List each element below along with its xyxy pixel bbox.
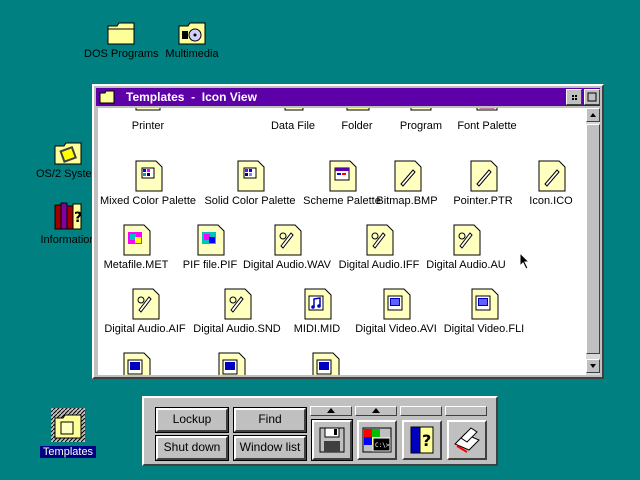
svg-text:C:\>: C:\> — [375, 442, 390, 449]
os2-system-folder-icon — [54, 142, 82, 165]
printer-button[interactable] — [447, 420, 487, 460]
shutdown-label: Shut down — [163, 440, 221, 454]
window-list-label: Window list — [239, 440, 301, 454]
desktop-icon-label: Templates — [40, 446, 96, 458]
maximize-icon — [587, 92, 597, 102]
os2-window-button[interactable]: C:\> — [357, 420, 397, 460]
desktop-icon-templates[interactable]: Templates — [40, 406, 96, 458]
video-template-icon — [312, 352, 340, 375]
audio-aif-icon — [132, 288, 160, 320]
scroll-down-button[interactable] — [586, 359, 600, 373]
video-template-icon — [123, 352, 151, 375]
desktop-icon-label: Multimedia — [165, 48, 219, 60]
icon-template-icon — [538, 160, 566, 192]
bitmap-template-icon — [394, 160, 422, 192]
templates-window[interactable]: Templates - Icon View Printer Data File … — [92, 84, 604, 379]
drawer-arrow-icon — [372, 408, 380, 413]
command-prompt-icon: C:\> — [362, 427, 392, 453]
mouse-pointer-icon — [519, 252, 531, 270]
title-bar[interactable]: Templates - Icon View — [96, 88, 600, 106]
item-label: Printer — [131, 120, 165, 132]
diskette-icon — [319, 427, 345, 453]
pif-template-icon — [197, 224, 225, 256]
template-item[interactable]: Digital Audio.AU — [411, 224, 521, 271]
audio-au-icon — [453, 224, 481, 256]
item-label: Font Palette — [457, 120, 517, 132]
folder-icon — [107, 22, 135, 45]
desktop-icon-dos-programs[interactable]: DOS Programs — [84, 20, 159, 60]
lockup-button[interactable]: Lockup — [155, 407, 229, 433]
help-icon: ? — [410, 426, 434, 454]
minimize-button[interactable] — [566, 89, 582, 105]
video-avi-icon — [383, 288, 411, 320]
window-list-button[interactable]: Window list — [233, 435, 307, 461]
mixed-color-palette-icon — [135, 160, 163, 192]
item-label: Mixed Color Palette — [100, 195, 196, 207]
minimize-icon — [572, 95, 577, 100]
pointer-template-icon — [470, 160, 498, 192]
item-label: Icon.ICO — [529, 195, 573, 207]
vertical-scrollbar[interactable] — [586, 108, 600, 375]
template-item[interactable]: Printer — [98, 108, 203, 132]
midi-icon — [304, 288, 332, 320]
video-fli-icon — [471, 288, 499, 320]
video-template-icon — [218, 352, 246, 375]
window-title: Templates - Icon View — [126, 90, 257, 104]
audio-snd-icon — [224, 288, 252, 320]
audio-wav-icon — [274, 224, 302, 256]
system-menu-icon[interactable] — [98, 89, 116, 105]
find-button[interactable]: Find — [233, 407, 307, 433]
desktop-icon-multimedia[interactable]: Multimedia — [160, 20, 224, 60]
template-item[interactable]: Icon.ICO — [496, 160, 586, 207]
drawer-button-2[interactable] — [355, 406, 397, 416]
desktop-icon-label: DOS Programs — [84, 48, 159, 60]
drawer-arrow-icon — [327, 408, 335, 413]
drawer-button-3[interactable] — [400, 406, 442, 416]
item-label: Digital Video.FLI — [443, 323, 525, 335]
up-arrow-icon — [590, 113, 596, 117]
down-arrow-icon — [590, 364, 596, 368]
template-item[interactable]: Mixed Color Palette — [98, 160, 203, 207]
solid-color-palette-icon — [237, 160, 265, 192]
shutdown-button[interactable]: Shut down — [155, 435, 229, 461]
multimedia-folder-icon — [178, 22, 206, 45]
drawer-button-1[interactable] — [310, 406, 352, 416]
drawer-button-4[interactable] — [445, 406, 487, 416]
lockup-label: Lockup — [172, 412, 212, 426]
printer-template-icon — [135, 108, 161, 111]
template-item[interactable]: Font Palette — [432, 108, 542, 132]
item-label: Digital Audio.AU — [426, 259, 506, 271]
diskette-button[interactable] — [311, 419, 353, 461]
icon-view-area[interactable]: Printer Data File Folder Program Font Pa… — [98, 108, 586, 375]
information-books-icon: ? — [54, 202, 82, 230]
maximize-button[interactable] — [584, 89, 600, 105]
audio-iff-icon — [366, 224, 394, 256]
svg-text:?: ? — [74, 210, 82, 226]
templates-folder-icon — [51, 408, 85, 442]
find-label: Find — [258, 412, 282, 426]
desktop-icon-label: OS/2 System — [36, 168, 101, 180]
launch-pad[interactable]: Lockup Find Shut down Window list C:\> ? — [142, 396, 498, 466]
scroll-thumb[interactable] — [586, 124, 600, 354]
help-button[interactable]: ? — [402, 420, 442, 460]
svg-text:?: ? — [422, 431, 431, 450]
template-item[interactable] — [270, 352, 380, 375]
template-item[interactable]: Digital Video.FLI — [429, 288, 539, 335]
desktop-icon-os2-system[interactable]: OS/2 System — [36, 140, 101, 180]
desktop-icon-information[interactable]: ? Information — [36, 200, 100, 246]
font-palette-template-icon — [476, 108, 498, 111]
desktop-icon-label: Information — [40, 234, 96, 246]
scroll-up-button[interactable] — [586, 108, 600, 122]
printer-icon — [454, 427, 480, 453]
metafile-template-icon — [123, 224, 151, 256]
